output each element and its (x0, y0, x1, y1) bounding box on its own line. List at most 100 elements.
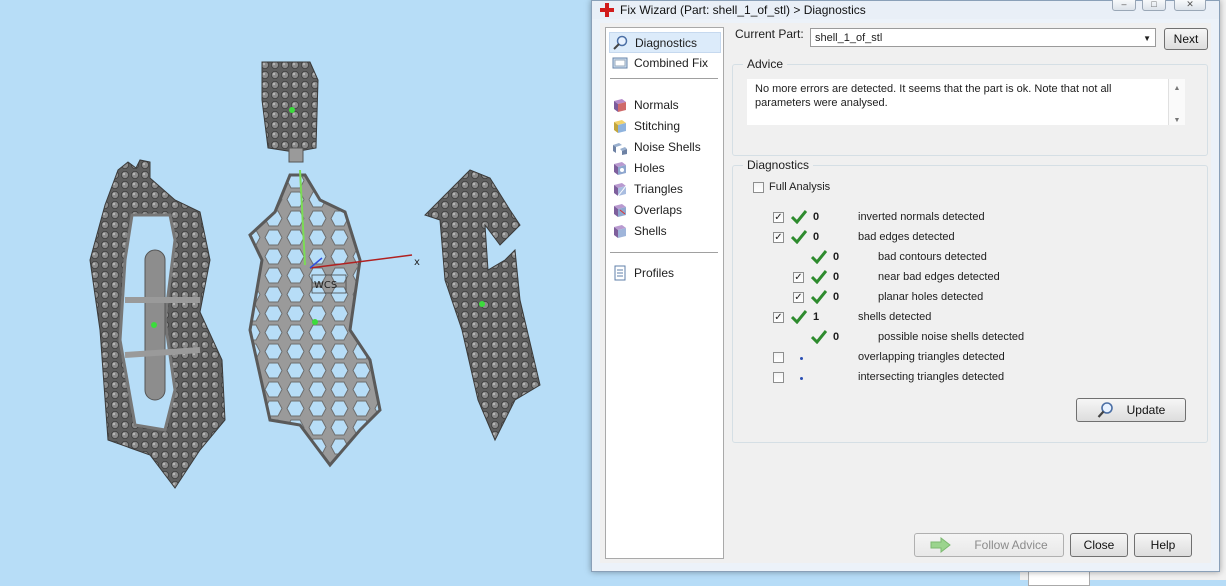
nav-label: Profiles (634, 265, 675, 280)
overlaps-icon (614, 203, 626, 217)
pendant-letter-right (424, 169, 541, 442)
nav-item-profiles[interactable]: Profiles (609, 263, 719, 282)
current-part-label: Current Part: (735, 27, 804, 41)
magnifier-icon (1097, 402, 1113, 418)
follow-advice-label: Follow Advice (974, 538, 1048, 552)
scroll-down-icon[interactable]: ▼ (1169, 114, 1185, 128)
nav-item-shells[interactable]: Shells (609, 221, 719, 240)
bad-contours-count: 0 (833, 251, 840, 263)
fix-wizard-dialog: Fix Wizard (Part: shell_1_of_stl) > Diag… (591, 0, 1220, 572)
scroll-up-icon[interactable]: ▲ (1169, 82, 1185, 96)
dialog-body: Diagnostics Combined Fix Normals Stitchi… (600, 23, 1211, 563)
near-bad-edges-checkbox[interactable]: ✓ (793, 272, 804, 283)
triangles-icon (614, 182, 627, 196)
nav-item-normals[interactable]: Normals (609, 95, 719, 114)
inverted-normals-count: 0 (813, 211, 820, 223)
nav-item-stitching[interactable]: Stitching (609, 116, 719, 135)
advice-text: No more errors are detected. It seems th… (755, 83, 1112, 109)
nav-item-diagnostics[interactable]: Diagnostics (609, 32, 721, 53)
intersecting-triangles-label: intersecting triangles detected (858, 371, 1005, 383)
advice-title: Advice (743, 57, 788, 71)
bad-edges-label: bad edges detected (858, 231, 955, 243)
wcs-label: WCS (314, 280, 337, 291)
close-window-icon[interactable]: ✕ (1174, 0, 1206, 11)
nav-item-noise-shells[interactable]: Noise Shells (609, 137, 719, 156)
current-part-value: shell_1_of_stl (815, 32, 883, 44)
green-check-icon (791, 310, 807, 324)
planar-holes-label: planar holes detected (878, 291, 984, 303)
profiles-document-icon (614, 265, 626, 280)
dialog-title: Fix Wizard (Part: shell_1_of_stl) > Diag… (620, 3, 866, 17)
inverted-normals-label: inverted normals detected (858, 211, 985, 223)
noise-shells-icon (613, 142, 627, 155)
advice-group: Advice No more errors are detected. It s… (732, 57, 1208, 156)
advice-scrollbar[interactable]: ▲ ▼ (1168, 79, 1185, 125)
green-check-icon (811, 250, 827, 264)
magnifier-icon (613, 35, 628, 50)
minimize-icon[interactable]: – (1112, 0, 1136, 11)
shells-checkbox[interactable]: ✓ (773, 312, 784, 323)
advice-text-box[interactable]: No more errors are detected. It seems th… (747, 79, 1185, 125)
nav-label: Holes (634, 160, 665, 175)
model-render: WCS x (89, 61, 541, 489)
planar-holes-checkbox[interactable]: ✓ (793, 292, 804, 303)
nav-label: Shells (634, 223, 667, 238)
axis-x-label: x (414, 257, 420, 268)
nav-item-combined-fix[interactable]: Combined Fix (609, 53, 719, 72)
close-button[interactable]: Close (1070, 533, 1128, 557)
diagnostics-group: Diagnostics Full Analysis ✓ 0 inverted n… (732, 158, 1208, 443)
wizard-nav: Diagnostics Combined Fix Normals Stitchi… (605, 27, 724, 559)
next-button[interactable]: Next (1164, 28, 1208, 50)
near-bad-edges-label: near bad edges detected (878, 271, 1000, 283)
update-button[interactable]: Update (1076, 398, 1186, 422)
nav-item-overlaps[interactable]: Overlaps (609, 200, 719, 219)
nav-label: Normals (634, 97, 679, 112)
nav-divider (610, 252, 718, 253)
pending-dot-icon (800, 377, 803, 380)
dialog-titlebar[interactable]: Fix Wizard (Part: shell_1_of_stl) > Diag… (592, 0, 1219, 19)
shells-label: shells detected (858, 311, 932, 323)
full-analysis-checkbox[interactable] (753, 182, 764, 193)
near-bad-edges-count: 0 (833, 271, 840, 283)
noise-shells-label: possible noise shells detected (878, 331, 1025, 343)
red-cross-icon (600, 3, 614, 17)
inverted-normals-checkbox[interactable]: ✓ (773, 212, 784, 223)
nav-label: Overlaps (634, 202, 683, 217)
overlapping-triangles-label: overlapping triangles detected (858, 351, 1005, 363)
bad-contours-label: bad contours detected (878, 251, 987, 263)
bad-edges-count: 0 (813, 231, 820, 243)
update-label: Update (1126, 403, 1166, 417)
background-panel (1028, 570, 1090, 586)
nav-label: Stitching (634, 118, 681, 133)
full-analysis-label: Full Analysis (769, 181, 831, 193)
noise-shells-count: 0 (833, 331, 840, 343)
intersecting-triangles-checkbox[interactable] (773, 372, 784, 383)
pendant-letter-left (89, 159, 226, 489)
follow-advice-button[interactable]: Follow Advice (914, 533, 1064, 557)
pendant-letter-middle: WCS x (248, 169, 420, 468)
green-check-icon (811, 290, 827, 304)
green-check-icon (811, 330, 827, 344)
current-part-select[interactable]: shell_1_of_stl ▼ (810, 28, 1156, 47)
help-button[interactable]: Help (1134, 533, 1192, 557)
3d-viewport[interactable]: WCS x (0, 0, 600, 580)
nav-item-triangles[interactable]: Triangles (609, 179, 719, 198)
arrow-right-icon (930, 537, 952, 553)
green-check-icon (791, 230, 807, 244)
nav-divider (610, 78, 718, 79)
nav-label: Noise Shells (634, 139, 701, 154)
pending-dot-icon (800, 357, 803, 360)
green-check-icon (791, 210, 807, 224)
chevron-down-icon: ▼ (1143, 34, 1151, 43)
nav-item-holes[interactable]: Holes (609, 158, 719, 177)
maximize-icon[interactable]: □ (1142, 0, 1166, 11)
combined-fix-icon (612, 57, 628, 68)
pendant-bail (261, 61, 319, 163)
planar-holes-count: 0 (833, 291, 840, 303)
nav-label: Diagnostics (635, 35, 698, 50)
diagnostics-title: Diagnostics (743, 158, 814, 172)
bad-edges-checkbox[interactable]: ✓ (773, 232, 784, 243)
shells-icon (614, 224, 626, 238)
shells-count: 1 (813, 311, 820, 323)
overlapping-triangles-checkbox[interactable] (773, 352, 784, 363)
